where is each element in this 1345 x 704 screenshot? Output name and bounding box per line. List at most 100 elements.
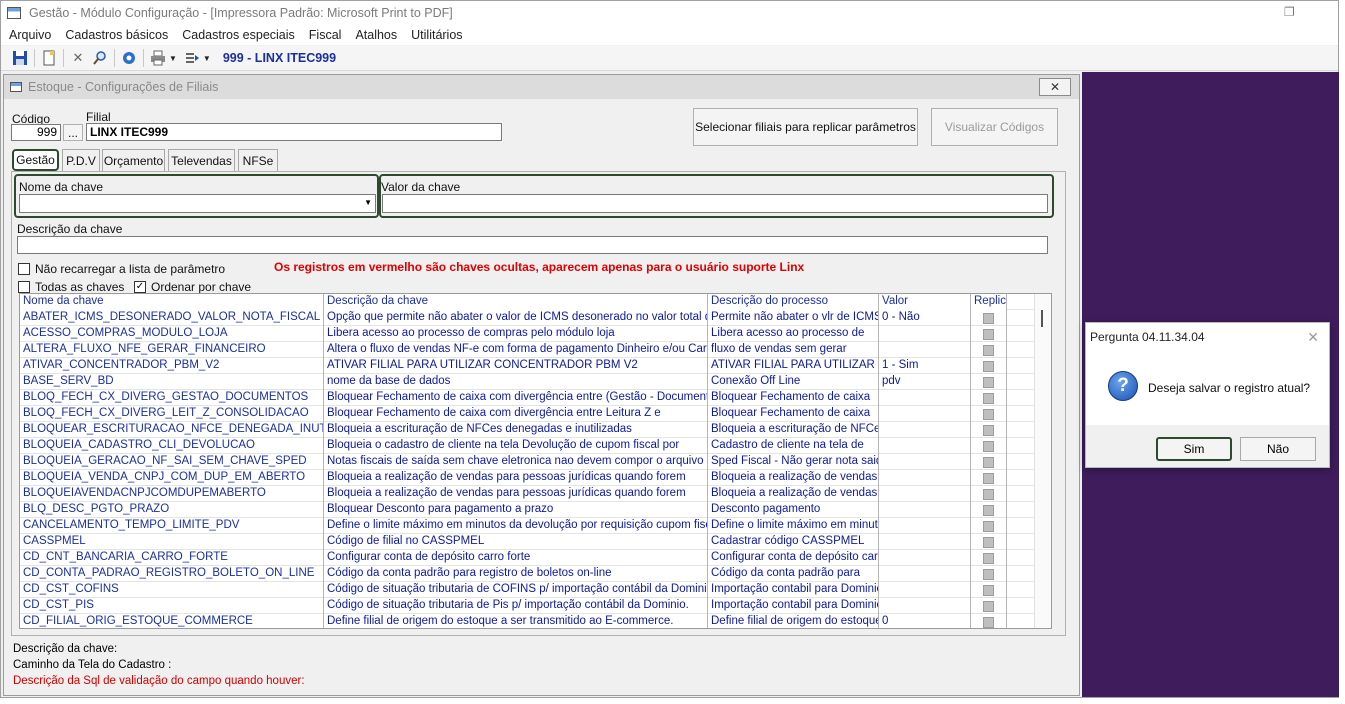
replicar-filiais-button[interactable]: Selecionar filiais para replicar parâmet… <box>693 108 918 146</box>
cell-nome[interactable]: CD_FILIAL_ORIG_ESTOQUE_COMMERCE <box>20 614 324 628</box>
close-icon[interactable]: ✕ <box>1307 329 1319 346</box>
grid-header-processo[interactable]: Descrição do processo <box>708 294 879 310</box>
cell-nome[interactable]: ABATER_ICMS_DESONERADO_VALOR_NOTA_FISCAL <box>20 310 324 326</box>
cell-nome[interactable]: ACESSO_COMPRAS_MODULO_LOJA <box>20 326 324 342</box>
scrollbar-thumb[interactable] <box>1041 310 1043 327</box>
todas-chaves-checkbox[interactable] <box>18 281 30 293</box>
tab-nfse[interactable]: NFSe <box>238 149 278 171</box>
cell-nome[interactable]: BLOQUEIAVENDACNPJCOMDUPEMABERTO <box>20 486 324 502</box>
table-row[interactable]: BLOQUEIA_VENDA_CNPJ_COM_DUP_EM_ABERTO Blo… <box>20 470 1036 486</box>
table-row[interactable]: CD_CST_PIS Código de situação tributaria … <box>20 598 1036 614</box>
cell-nome[interactable]: CD_CST_COFINS <box>20 582 324 598</box>
cell-valor[interactable] <box>879 566 971 582</box>
valor-chave-input[interactable] <box>382 194 1048 213</box>
table-row[interactable]: ACESSO_COMPRAS_MODULO_LOJA Libera acesso … <box>20 326 1036 342</box>
nome-chave-select[interactable]: ▼ <box>19 194 376 213</box>
cell-nome[interactable]: BLOQUEIA_VENDA_CNPJ_COM_DUP_EM_ABERTO <box>20 470 324 486</box>
replic-checkbox[interactable] <box>983 313 994 324</box>
replic-checkbox[interactable] <box>983 393 994 404</box>
table-row[interactable]: CASSPMEL Código de filial no CASSPMEL Cada… <box>20 534 1036 550</box>
cell-descricao[interactable]: Bloqueia a realização de vendas para pes… <box>324 470 708 486</box>
table-row[interactable]: CD_CNT_BANCARIA_CARRO_FORTE Configurar co… <box>20 550 1036 566</box>
cell-nome[interactable]: BLOQUEIA_CADASTRO_CLI_DEVOLUCAO <box>20 438 324 454</box>
cell-descricao[interactable]: Opção que permite não abater o valor de … <box>324 310 708 326</box>
visualizar-codigos-button[interactable]: Visualizar Códigos <box>931 108 1058 146</box>
tab-televendas[interactable]: Televendas <box>168 149 235 171</box>
table-row[interactable]: ALTERA_FLUXO_NFE_GERAR_FINANCEIRO Altera … <box>20 342 1036 358</box>
cell-valor[interactable]: 1 - Sim <box>879 358 971 374</box>
cell-descricao[interactable]: Bloquear Desconto para pagamento a prazo <box>324 502 708 518</box>
cell-descricao[interactable]: Código de situação tributaria de Pis p/ … <box>324 598 708 614</box>
cell-valor[interactable] <box>879 582 971 598</box>
codigo-lookup-button[interactable]: ... <box>63 124 83 141</box>
grid-header-nome[interactable]: Nome da chave <box>20 294 324 310</box>
cell-descricao[interactable]: Bloqueia a escrituração de NFCes denegad… <box>324 422 708 438</box>
cell-processo[interactable]: Define filial de origem do estoque a <box>708 614 879 628</box>
cell-processo[interactable]: Importação contabil para Dominio <box>708 598 879 614</box>
print-icon[interactable] <box>147 47 169 69</box>
table-row[interactable]: CD_CST_COFINS Código de situação tributar… <box>20 582 1036 598</box>
cell-valor[interactable] <box>879 454 971 470</box>
replic-checkbox[interactable] <box>983 505 994 516</box>
cell-nome[interactable]: CANCELAMENTO_TEMPO_LIMITE_PDV <box>20 518 324 534</box>
cell-nome[interactable]: BLOQ_FECH_CX_DIVERG_GESTAO_DOCUMENTOS <box>20 390 324 406</box>
delete-icon[interactable]: ✕ <box>67 47 89 69</box>
cell-valor[interactable] <box>879 438 971 454</box>
cell-valor[interactable]: 0 - Não <box>879 310 971 326</box>
table-row[interactable]: BASE_SERV_BD nome da base de dados Conexão… <box>20 374 1036 390</box>
codigo-input[interactable]: 999 <box>11 124 61 141</box>
cell-processo[interactable]: Cadastrar código CASSPMEL <box>708 534 879 550</box>
export-icon[interactable] <box>181 47 203 69</box>
cell-processo[interactable]: Cadastro de cliente na tela de <box>708 438 879 454</box>
menu-fiscal[interactable]: Fiscal <box>309 28 342 42</box>
cell-descricao[interactable]: Bloqueia a realização de vendas para pes… <box>324 486 708 502</box>
replic-checkbox[interactable] <box>983 473 994 484</box>
table-row[interactable]: CANCELAMENTO_TEMPO_LIMITE_PDV Define o li… <box>20 518 1036 534</box>
filial-input[interactable]: LINX ITEC999 <box>86 123 502 141</box>
cell-valor[interactable] <box>879 326 971 342</box>
cell-nome[interactable]: BLQ_DESC_PGTO_PRAZO <box>20 502 324 518</box>
cell-nome[interactable]: ALTERA_FLUXO_NFE_GERAR_FINANCEIRO <box>20 342 324 358</box>
table-row[interactable]: CD_CONTA_PADRAO_REGISTRO_BOLETO_ON_LINE C… <box>20 566 1036 582</box>
replic-checkbox[interactable] <box>983 569 994 580</box>
replic-checkbox[interactable] <box>983 377 994 388</box>
ordenar-chave-checkbox[interactable]: ✓ <box>134 281 146 293</box>
replic-checkbox[interactable] <box>983 601 994 612</box>
cell-valor[interactable] <box>879 342 971 358</box>
table-row[interactable]: BLOQUEAR_ESCRITURACAO_NFCE_DENEGADA_INUT… <box>20 422 1036 438</box>
replic-checkbox[interactable] <box>983 521 994 532</box>
replic-checkbox[interactable] <box>983 345 994 356</box>
replic-checkbox[interactable] <box>983 553 994 564</box>
cell-valor[interactable] <box>879 390 971 406</box>
cell-descricao[interactable]: Define filial de origem do estoque a ser… <box>324 614 708 628</box>
cell-valor[interactable] <box>879 534 971 550</box>
cell-descricao[interactable]: Altera o fluxo de vendas NF-e com forma … <box>324 342 708 358</box>
grid-header-valor[interactable]: Valor <box>879 294 971 310</box>
settings-icon[interactable] <box>118 47 140 69</box>
new-icon[interactable] <box>38 47 60 69</box>
replic-checkbox[interactable] <box>983 457 994 468</box>
replic-checkbox[interactable] <box>983 441 994 452</box>
cell-valor[interactable] <box>879 422 971 438</box>
cell-processo[interactable]: Libera acesso ao processo de <box>708 326 879 342</box>
table-row[interactable]: BLOQ_FECH_CX_DIVERG_GESTAO_DOCUMENTOS Blo… <box>20 390 1036 406</box>
replic-checkbox[interactable] <box>983 585 994 596</box>
close-button[interactable]: ✕ <box>1039 78 1071 96</box>
table-row[interactable]: BLOQUEIA_CADASTRO_CLI_DEVOLUCAO Bloqueia … <box>20 438 1036 454</box>
table-row[interactable]: BLOQUEIAVENDACNPJCOMDUPEMABERTO Bloqueia … <box>20 486 1036 502</box>
cell-valor[interactable] <box>879 470 971 486</box>
cell-processo[interactable]: Bloquear Fechamento de caixa <box>708 390 879 406</box>
cell-processo[interactable]: Sped Fiscal - Não gerar nota saida <box>708 454 879 470</box>
cell-descricao[interactable]: nome da base de dados <box>324 374 708 390</box>
print-dropdown-icon[interactable]: ▼ <box>169 54 177 63</box>
tab-gestao[interactable]: Gestão <box>12 149 59 171</box>
cell-processo[interactable]: Desconto pagamento <box>708 502 879 518</box>
replic-checkbox[interactable] <box>983 617 994 628</box>
grid-header-descricao[interactable]: Descrição da chave <box>324 294 708 310</box>
cell-descricao[interactable]: Bloquear Fechamento de caixa com divergê… <box>324 406 708 422</box>
menu-arquivo[interactable]: Arquivo <box>9 28 51 42</box>
no-button[interactable]: Não <box>1240 437 1316 461</box>
cell-processo[interactable]: Define o limite máximo em minutos <box>708 518 879 534</box>
menu-cadastros-especiais[interactable]: Cadastros especiais <box>182 28 295 42</box>
menu-atalhos[interactable]: Atalhos <box>355 28 397 42</box>
